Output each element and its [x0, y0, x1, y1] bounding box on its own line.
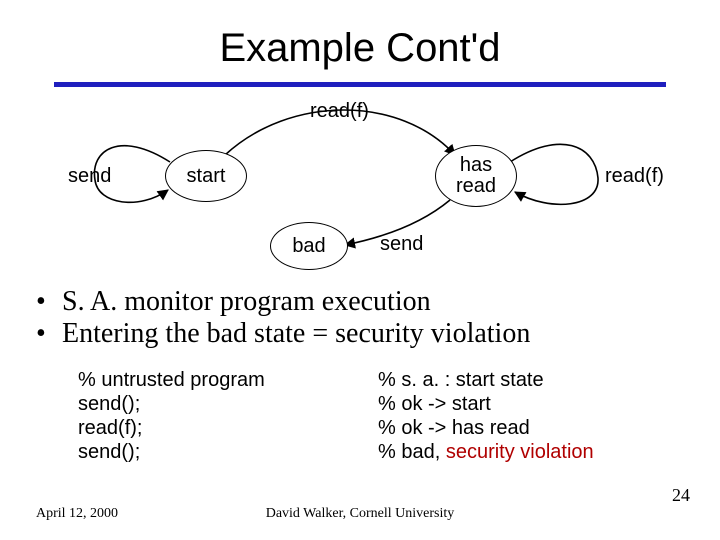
trace-line: % bad, security violation	[378, 440, 678, 464]
bullet-item: • Entering the bad state = security viol…	[36, 318, 696, 350]
bullet-text: Entering the bad state = security violat…	[62, 318, 530, 350]
right-column: % s. a. : start state % ok -> start % ok…	[378, 368, 678, 464]
edge-label-send-loop: send	[68, 165, 111, 188]
state-has-read-label: has read	[456, 155, 496, 197]
code-line: send();	[78, 440, 378, 464]
bullet-list: • S. A. monitor program execution • Ente…	[36, 286, 696, 350]
left-column: % untrusted program send(); read(f); sen…	[78, 368, 378, 464]
title-rule	[54, 82, 666, 87]
bullet-item: • S. A. monitor program execution	[36, 286, 696, 318]
state-start-label: start	[187, 166, 226, 187]
code-columns: % untrusted program send(); read(f); sen…	[78, 368, 678, 464]
code-line: read(f);	[78, 416, 378, 440]
slide-title: Example Cont'd	[0, 26, 720, 71]
footer-author: David Walker, Cornell University	[0, 506, 720, 522]
trace-line: % ok -> start	[378, 392, 678, 416]
state-diagram: start has read bad send read(f) read(f) …	[60, 100, 660, 270]
slide: Example Cont'd start has read bad	[0, 0, 720, 540]
trace-line: % ok -> has read	[378, 416, 678, 440]
code-line: send();	[78, 392, 378, 416]
state-start: start	[165, 150, 247, 202]
trace-violation: security violation	[446, 441, 594, 463]
edge-label-send-to-bad: send	[380, 233, 423, 256]
footer-page: 24	[672, 485, 690, 506]
trace-line: % s. a. : start state	[378, 368, 678, 392]
bullet-mark: •	[36, 318, 62, 350]
edge-label-readf-loop: read(f)	[605, 165, 664, 188]
code-line: % untrusted program	[78, 368, 378, 392]
trace-prefix: % bad,	[378, 441, 446, 463]
edge-label-readf-top: read(f)	[310, 100, 369, 123]
bullet-mark: •	[36, 286, 62, 318]
diagram-arrows	[60, 100, 660, 270]
bullet-text: S. A. monitor program execution	[62, 286, 431, 318]
state-has-read: has read	[435, 145, 517, 207]
state-bad-label: bad	[292, 236, 325, 257]
state-bad: bad	[270, 222, 348, 270]
